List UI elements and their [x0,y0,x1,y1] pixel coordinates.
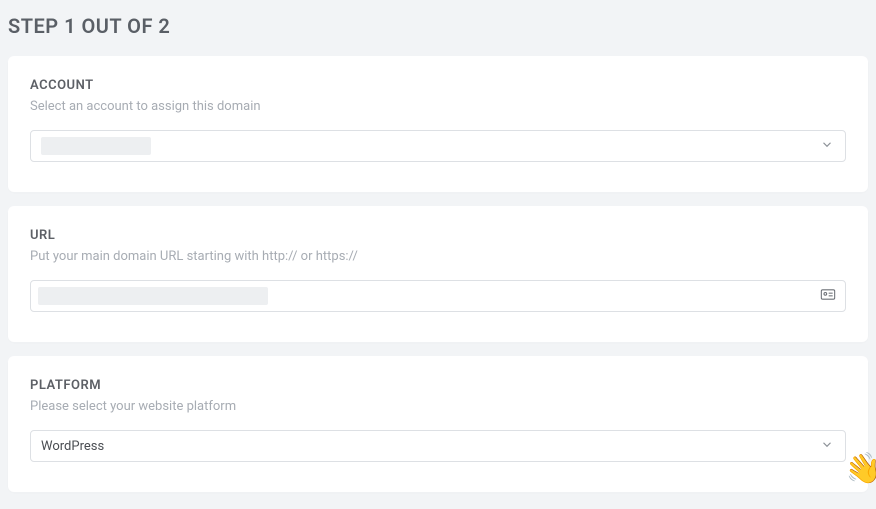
platform-label: PLATFORM [30,378,846,393]
account-card: ACCOUNT Select an account to assign this… [8,56,868,192]
url-label: URL [30,228,846,243]
account-hint: Select an account to assign this domain [30,99,846,114]
platform-card: PLATFORM Please select your website plat… [8,356,868,492]
account-select-placeholder [41,137,151,155]
platform-select-value: WordPress [41,439,104,454]
url-card: URL Put your main domain URL starting wi… [8,206,868,342]
account-select[interactable] [30,130,846,162]
url-hint: Put your main domain URL starting with h… [30,249,846,264]
platform-select[interactable]: WordPress [30,430,846,462]
page-title: STEP 1 OUT OF 2 [0,0,876,42]
account-label: ACCOUNT [30,78,846,93]
platform-hint: Please select your website platform [30,399,846,414]
wave-emoji-icon: 👋 [842,449,876,490]
url-input[interactable] [30,280,846,312]
